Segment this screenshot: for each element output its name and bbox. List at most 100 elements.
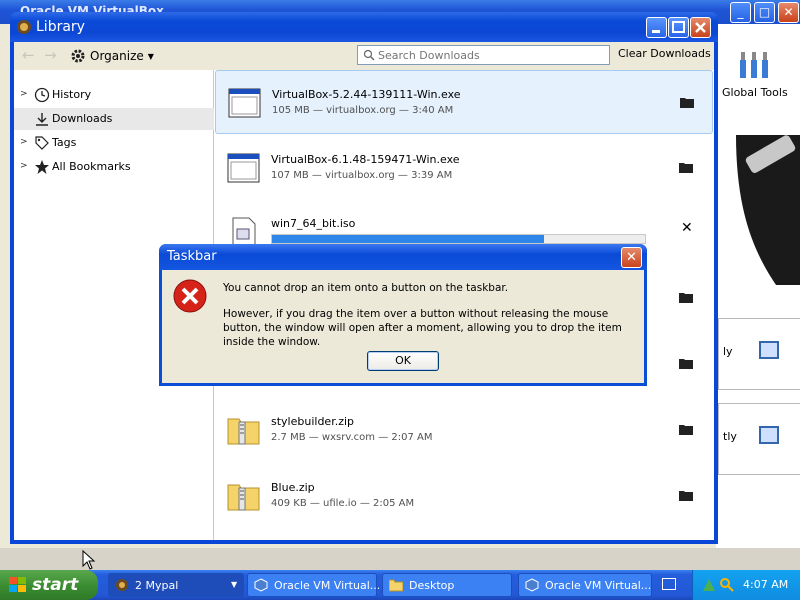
tag-icon <box>35 136 49 150</box>
folder-icon[interactable] <box>679 489 693 501</box>
taskbar-button-label: Oracle VM Virtual... <box>545 579 652 592</box>
taskbar-dialog: Taskbar ✕ You cannot drop an item onto a… <box>159 244 647 386</box>
keyboard-icon[interactable] <box>662 578 676 590</box>
organize-label: Organize <box>90 49 144 63</box>
folder-icon[interactable] <box>679 423 693 435</box>
sidebar-item-all-bookmarks[interactable]: > All Bookmarks <box>14 156 214 178</box>
start-button[interactable]: start <box>0 570 98 600</box>
download-progress-bar <box>271 234 646 244</box>
dialog-message-primary: You cannot drop an item onto a button on… <box>223 282 509 294</box>
error-icon <box>173 279 207 313</box>
sidebar-item-label: Downloads <box>52 112 113 125</box>
download-progress-fill <box>272 235 545 243</box>
download-meta: 105 MB — virtualbox.org — 3:40 AM <box>272 105 454 116</box>
search-input[interactable] <box>378 47 606 63</box>
clock: 4:07 AM <box>743 578 789 591</box>
close-button[interactable] <box>690 17 711 38</box>
sidebar-item-tags[interactable]: > Tags <box>14 132 214 154</box>
sidebar-item-label: All Bookmarks <box>52 160 131 173</box>
download-name: VirtualBox-6.1.48-159471-Win.exe <box>271 153 460 166</box>
bg-minimize-button[interactable]: _ <box>730 2 751 23</box>
system-tray: 4:07 AM <box>692 570 800 600</box>
taskbar-button-label: 2 Mypal <box>135 579 179 592</box>
clock-icon <box>34 87 50 103</box>
tools-card-1-label: ly <box>723 345 733 358</box>
minimize-icon <box>652 30 660 33</box>
organize-button[interactable]: Organize ▼ <box>70 46 154 66</box>
mypal-icon <box>116 579 128 591</box>
tools-card-2[interactable]: tly <box>718 403 800 475</box>
expand-arrow-icon[interactable]: > <box>20 89 28 99</box>
library-titlebar[interactable]: Library <box>10 12 718 42</box>
dropdown-arrow-icon: ▼ <box>147 51 154 61</box>
taskbar-button-desktop[interactable]: Desktop <box>382 573 512 597</box>
global-tools-icon[interactable] <box>738 50 770 80</box>
download-icon <box>36 113 48 126</box>
virtualbox-icon <box>525 578 539 592</box>
mypal-icon <box>17 20 31 34</box>
exe-icon <box>227 153 260 183</box>
dialog-close-button[interactable]: ✕ <box>621 247 642 268</box>
taskbar-button-virtualbox-2[interactable]: Oracle VM Virtual... <box>518 573 652 597</box>
download-meta: 2.7 MB — wxsrv.com — 2:07 AM <box>271 432 433 443</box>
download-name: win7_64_bit.iso <box>271 217 356 230</box>
cancel-download-icon[interactable]: ✕ <box>681 220 693 236</box>
virtualbox-icon <box>254 578 268 592</box>
search-icon <box>363 49 375 61</box>
download-name: stylebuilder.zip <box>271 415 355 428</box>
taskbar-button-label: Oracle VM Virtual... <box>274 579 381 592</box>
expand-arrow-icon[interactable]: > <box>20 161 28 171</box>
folder-icon[interactable] <box>679 291 693 303</box>
search-tray-icon[interactable] <box>719 577 735 593</box>
snapshot-icon <box>759 426 779 444</box>
list-item[interactable]: VirtualBox-6.1.48-159471-Win.exe 107 MB … <box>215 136 713 200</box>
close-icon <box>695 22 706 33</box>
mouse-cursor-icon <box>82 550 96 570</box>
star-icon <box>35 160 49 174</box>
tools-card-2-label: tly <box>723 430 737 443</box>
group-arrow-icon: ▼ <box>231 580 238 589</box>
zip-icon <box>227 484 260 511</box>
dialog-message-secondary: However, if you drag the item over a but… <box>223 308 622 348</box>
bg-close-button[interactable]: ✕ <box>778 2 799 23</box>
minimize-button[interactable] <box>646 17 667 38</box>
monitor-icon <box>759 341 779 359</box>
download-meta: 107 MB — virtualbox.org — 3:39 AM <box>271 170 453 181</box>
gear-icon <box>71 49 85 63</box>
clear-downloads-button[interactable]: Clear Downloads <box>618 47 711 60</box>
back-arrow-icon[interactable]: ← <box>22 48 40 63</box>
folder-icon[interactable] <box>679 357 693 369</box>
dialog-title: Taskbar <box>167 249 217 264</box>
maximize-button[interactable] <box>668 17 689 38</box>
close-icon: ✕ <box>626 250 637 265</box>
network-icon[interactable] <box>701 577 717 593</box>
exe-icon <box>228 88 261 118</box>
tools-mascot-icon <box>736 135 800 285</box>
ok-button[interactable]: OK <box>367 351 439 371</box>
download-name: Blue.zip <box>271 481 315 494</box>
list-item[interactable]: stylebuilder.zip 2.7 MB — wxsrv.com — 2:… <box>215 398 713 462</box>
download-meta: 409 KB — ufile.io — 2:05 AM <box>271 498 415 509</box>
library-toolbar: ← → Organize ▼ Clear Downloads <box>14 42 714 70</box>
expand-arrow-icon[interactable]: > <box>20 137 28 147</box>
taskbar-button-label: Desktop <box>409 579 455 592</box>
bg-maximize-button[interactable]: □ <box>754 2 775 23</box>
dialog-titlebar[interactable]: Taskbar ✕ <box>159 244 647 270</box>
sidebar-item-downloads[interactable]: Downloads <box>14 108 214 130</box>
search-box[interactable] <box>357 45 610 65</box>
list-item[interactable]: VirtualBox-5.2.44-139111-Win.exe 105 MB … <box>215 70 713 134</box>
tools-card-1[interactable]: ly <box>718 318 800 390</box>
maximize-icon <box>672 21 685 33</box>
taskbar-button-virtualbox-1[interactable]: Oracle VM Virtual... <box>247 573 381 597</box>
taskbar-button-mypal[interactable]: 2 Mypal ▼ <box>108 573 244 597</box>
list-item[interactable]: Blue.zip 409 KB — ufile.io — 2:05 AM <box>215 464 713 528</box>
start-label: start <box>32 575 79 595</box>
sidebar-item-history[interactable]: > History <box>14 84 214 106</box>
global-tools-label[interactable]: Global Tools <box>722 86 788 99</box>
folder-icon <box>389 579 403 592</box>
folder-icon[interactable] <box>679 161 693 173</box>
library-title: Library <box>36 19 85 35</box>
windows-taskbar: start 2 Mypal ▼ Oracle VM Virtual... Des… <box>0 570 800 600</box>
folder-icon[interactable] <box>680 96 694 108</box>
forward-arrow-icon[interactable]: → <box>44 48 62 63</box>
